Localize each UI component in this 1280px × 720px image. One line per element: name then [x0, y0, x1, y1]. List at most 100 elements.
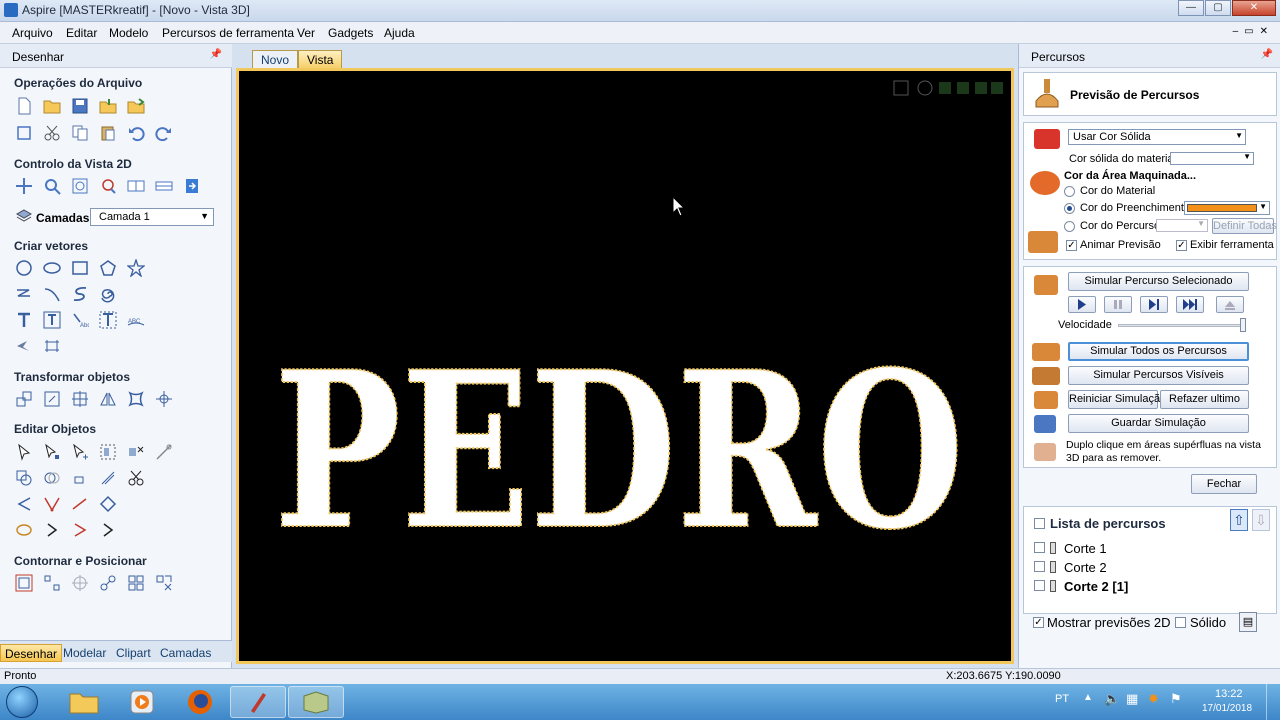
- tab-desenhar[interactable]: Desenhar: [0, 644, 63, 662]
- polygon-icon[interactable]: [98, 258, 118, 278]
- export-icon[interactable]: [126, 96, 146, 116]
- zoom-extents-icon[interactable]: [70, 176, 90, 196]
- material-color-picker[interactable]: ▼: [1170, 152, 1254, 165]
- open-folder-icon[interactable]: [42, 96, 62, 116]
- show-tool-checkbox[interactable]: ✓: [1176, 240, 1187, 251]
- minimize-button[interactable]: —: [1178, 0, 1204, 16]
- speed-slider-thumb[interactable]: [1240, 318, 1246, 332]
- speed-slider-track[interactable]: [1118, 324, 1244, 327]
- menu-modelo[interactable]: Modelo: [109, 26, 148, 40]
- zoom-selection-icon[interactable]: [98, 176, 118, 196]
- play-button[interactable]: [1068, 296, 1096, 313]
- tray-app-icon[interactable]: ✸: [1148, 691, 1159, 707]
- color-mode-dropdown[interactable]: Usar Cor Sólida ▼: [1068, 129, 1246, 145]
- align-icon[interactable]: [154, 389, 174, 409]
- rectangle-icon[interactable]: [70, 258, 90, 278]
- second-app-icon[interactable]: [288, 686, 344, 718]
- media-player-icon[interactable]: [114, 686, 170, 718]
- trim-icon[interactable]: [126, 468, 146, 488]
- toolpath-checkbox[interactable]: [1034, 561, 1045, 572]
- subtract-icon[interactable]: [42, 468, 62, 488]
- rotate-icon[interactable]: [70, 389, 90, 409]
- close-vectors-icon[interactable]: [70, 494, 90, 514]
- fill-color-picker[interactable]: ▼: [1184, 201, 1270, 215]
- star-icon[interactable]: [126, 258, 146, 278]
- simulate-visible-button[interactable]: Simular Percursos Visíveis: [1068, 366, 1249, 385]
- ellipse-icon[interactable]: [42, 258, 62, 278]
- arc-icon[interactable]: [42, 284, 62, 304]
- show-desktop-button[interactable]: [1266, 684, 1280, 720]
- ungroup-icon[interactable]: [126, 442, 146, 462]
- spiral-icon[interactable]: [98, 284, 118, 304]
- firefox-icon[interactable]: [172, 686, 228, 718]
- view-layout-icon[interactable]: [126, 176, 146, 196]
- layers-dropdown[interactable]: Camada 1: [90, 208, 214, 226]
- menu-gadgets[interactable]: Gadgets: [328, 26, 373, 40]
- move-icon[interactable]: [14, 389, 34, 409]
- text-arc-icon[interactable]: ABC: [126, 310, 146, 330]
- curve-arc-icon[interactable]: [70, 520, 90, 540]
- fast-forward-button[interactable]: [1176, 296, 1204, 313]
- move-up-button[interactable]: ⇧: [1230, 509, 1248, 531]
- menu-ver[interactable]: Ver: [297, 26, 315, 40]
- close-window-button[interactable]: ✕: [1232, 0, 1276, 16]
- circle-icon[interactable]: [14, 258, 34, 278]
- mirror-icon[interactable]: [98, 389, 118, 409]
- text-icon[interactable]: [14, 310, 34, 330]
- text-on-curve-icon[interactable]: Abc: [70, 310, 90, 330]
- animate-preview-checkbox[interactable]: ✓: [1066, 240, 1077, 251]
- toolpath-color-picker[interactable]: ▼: [1156, 219, 1208, 232]
- mdi-window-buttons[interactable]: –▭✕: [1233, 26, 1274, 37]
- autolayout-text-icon[interactable]: [42, 310, 62, 330]
- job-setup-icon[interactable]: [14, 123, 34, 143]
- tab-modelar[interactable]: Modelar: [59, 644, 110, 662]
- volume-icon[interactable]: 🔈: [1104, 691, 1120, 707]
- smart-smooth-icon[interactable]: [14, 520, 34, 540]
- join-vectors-icon[interactable]: [42, 494, 62, 514]
- file-explorer-icon[interactable]: [56, 686, 112, 718]
- intersect-icon[interactable]: [70, 468, 90, 488]
- menu-arquivo[interactable]: Arquivo: [12, 26, 53, 40]
- menu-percursos[interactable]: Percursos de ferramenta: [162, 26, 294, 40]
- toolpath-checkbox[interactable]: [1034, 542, 1045, 553]
- weld-icon[interactable]: [14, 468, 34, 488]
- scale-icon[interactable]: [42, 389, 62, 409]
- toolpath-checkbox[interactable]: [1034, 580, 1045, 591]
- pan-icon[interactable]: [14, 176, 34, 196]
- undo-icon[interactable]: [126, 123, 146, 143]
- redo-last-button[interactable]: Refazer ultimo: [1160, 390, 1249, 409]
- menu-editar[interactable]: Editar: [66, 26, 97, 40]
- view-orientation-icons[interactable]: [893, 80, 1003, 96]
- step-forward-button[interactable]: [1140, 296, 1168, 313]
- curve-icon[interactable]: [70, 284, 90, 304]
- skip-to-end-button[interactable]: [1216, 296, 1244, 313]
- close-button[interactable]: Fechar: [1191, 474, 1257, 494]
- sync-views-icon[interactable]: [182, 176, 202, 196]
- text-frame-icon[interactable]: [98, 310, 118, 330]
- import-icon[interactable]: [98, 96, 118, 116]
- radio-material-color[interactable]: [1064, 186, 1075, 197]
- fillet-icon[interactable]: [98, 468, 118, 488]
- maximize-button[interactable]: ▢: [1205, 0, 1231, 16]
- polyline-icon[interactable]: [14, 284, 34, 304]
- save-icon[interactable]: [70, 96, 90, 116]
- extend-vectors-icon[interactable]: [98, 494, 118, 514]
- radio-fill-color[interactable]: [1064, 203, 1075, 214]
- radio-toolpath-color[interactable]: [1064, 221, 1075, 232]
- viewport-3d[interactable]: PEDRO: [236, 68, 1014, 664]
- toolpath-summary-icon[interactable]: ▤: [1239, 612, 1257, 632]
- clock-time[interactable]: 13:22: [1215, 688, 1243, 700]
- show-2d-previews-checkbox[interactable]: ✓: [1033, 617, 1044, 628]
- set-all-button[interactable]: Definir Todas: [1212, 218, 1277, 234]
- curve-fit-icon[interactable]: [14, 494, 34, 514]
- array-copy-icon[interactable]: [70, 573, 90, 593]
- tab-clipart[interactable]: Clipart: [112, 644, 155, 662]
- simulate-all-button[interactable]: Simular Todos os Percursos: [1068, 342, 1249, 361]
- tab-vista-3d[interactable]: Vista 3D: [298, 50, 343, 81]
- copy-icon[interactable]: [70, 123, 90, 143]
- new-file-icon[interactable]: [14, 96, 34, 116]
- paste-icon[interactable]: [98, 123, 118, 143]
- tray-expand-icon[interactable]: ▲: [1083, 692, 1093, 703]
- zoom-icon[interactable]: [42, 176, 62, 196]
- node-edit-icon[interactable]: [42, 442, 62, 462]
